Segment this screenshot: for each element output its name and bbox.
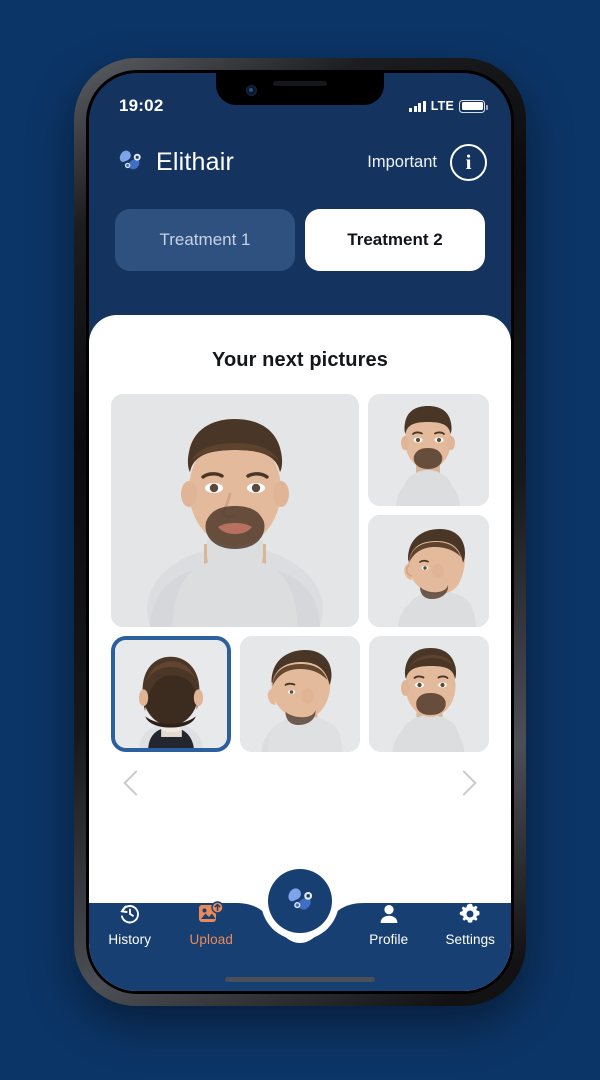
page-root: 19:02 LTE Elithair Important i Treatment… (0, 0, 600, 1080)
photo-side-profile[interactable] (368, 515, 489, 627)
chevron-right-icon[interactable] (451, 770, 477, 796)
status-bar-clock: 19:02 (119, 96, 164, 115)
photo-right-profile[interactable] (240, 636, 361, 752)
treatment-tabs: Treatment 1 Treatment 2 (89, 183, 511, 271)
history-clock-icon (118, 901, 142, 926)
elithair-logo-icon (283, 882, 317, 921)
phone-bezel: 19:02 LTE Elithair Important i Treatment… (86, 70, 514, 994)
photo-grid (89, 394, 511, 752)
nav-item-history[interactable]: History (89, 901, 171, 947)
brand-name: Elithair (156, 147, 235, 176)
front-camera-icon (246, 85, 257, 96)
app-header: Elithair Important i (89, 125, 511, 183)
network-label: LTE (430, 99, 454, 113)
tab-treatment-2[interactable]: Treatment 2 (305, 209, 485, 271)
phone-notch (216, 73, 384, 105)
nav-label-history: History (108, 932, 152, 947)
photo-grid-right-column (368, 394, 489, 627)
nav-label-settings: Settings (445, 932, 496, 947)
info-circle-icon[interactable]: i (450, 143, 487, 181)
home-indicator-bar[interactable] (225, 977, 375, 982)
chevron-left-icon[interactable] (123, 770, 149, 796)
signal-bars-icon (409, 100, 426, 112)
nav-item-settings[interactable]: Settings (430, 901, 512, 947)
gear-icon (458, 901, 482, 926)
tab-treatment-1[interactable]: Treatment 1 (115, 209, 295, 271)
carousel-navigation (89, 752, 511, 796)
phone-screen: 19:02 LTE Elithair Important i Treatment… (89, 73, 511, 991)
nav-item-upload[interactable]: Upload (171, 901, 253, 947)
photo-grid-top-row (111, 394, 489, 627)
nav-label-profile: Profile (369, 932, 409, 947)
photo-three-quarter[interactable] (369, 636, 490, 752)
header-actions: Important i (367, 143, 487, 181)
earpiece-speaker-icon (273, 81, 327, 86)
photo-back-head[interactable] (111, 636, 232, 752)
nav-item-profile[interactable]: Profile (348, 901, 430, 947)
important-label[interactable]: Important (367, 153, 437, 172)
elithair-fab-button[interactable] (268, 869, 332, 933)
image-upload-icon (198, 901, 224, 926)
photo-front-large[interactable] (111, 394, 359, 627)
page-title: Your next pictures (212, 349, 388, 371)
status-bar-indicators: LTE (409, 99, 488, 113)
nav-label-upload: Upload (189, 932, 233, 947)
battery-full-icon (459, 99, 488, 113)
brand-block: Elithair (115, 145, 234, 180)
elithair-logo-icon (115, 145, 145, 180)
photo-grid-bottom-row (111, 636, 490, 752)
phone-device-frame: 19:02 LTE Elithair Important i Treatment… (74, 58, 526, 1006)
person-icon (377, 901, 401, 926)
photo-front-small[interactable] (368, 394, 489, 506)
bottom-navigation: History Upload Profile Settings (89, 869, 512, 991)
